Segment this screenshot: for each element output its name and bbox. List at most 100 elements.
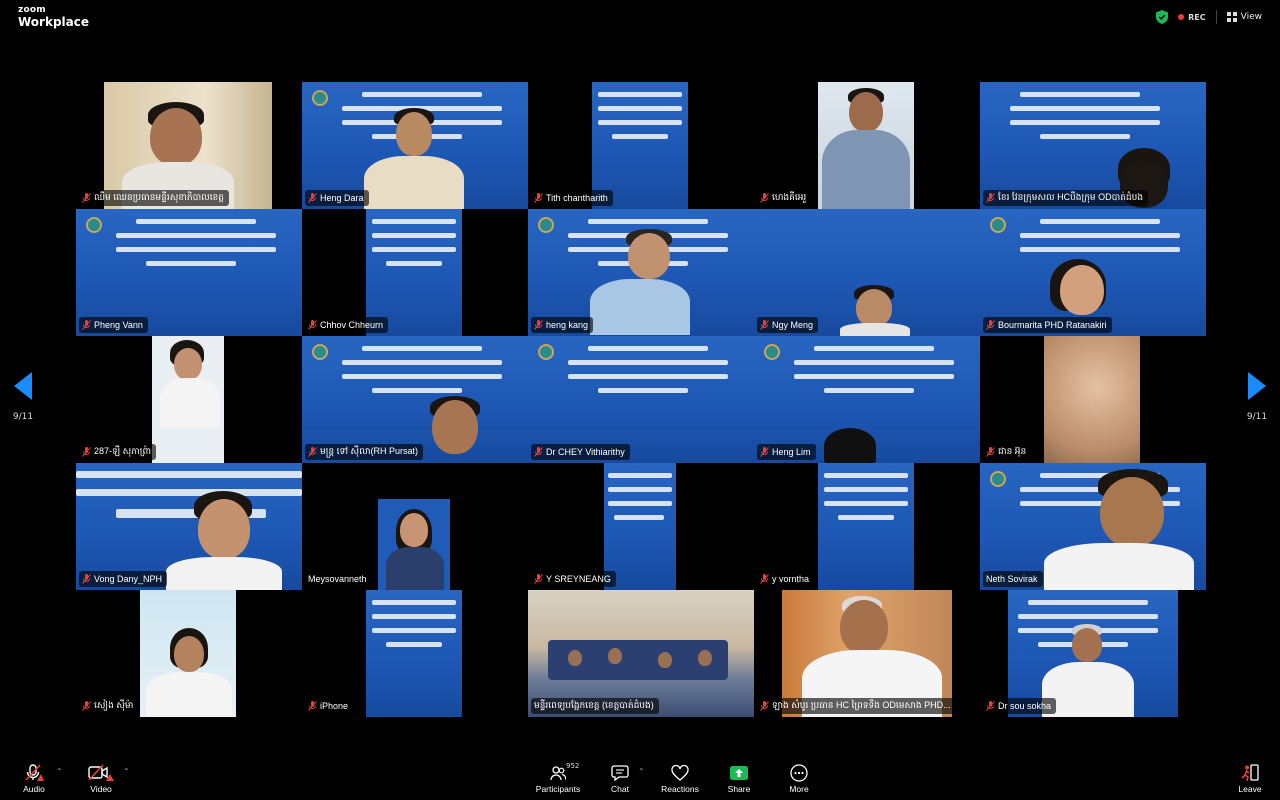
microphone-muted-icon (82, 701, 91, 711)
microphone-muted-icon (25, 764, 44, 781)
participant-tile[interactable]: ហេងគីអេរួ (754, 82, 980, 209)
participant-name-tag: Tith chantharith (531, 190, 613, 206)
view-button[interactable]: View (1226, 12, 1262, 22)
participant-name: មន្ត្រ ទៅ ស៊ីលា(RH Pursat) (320, 445, 419, 456)
video-gallery: ឈឹម ឈេនប្រធានមន្ទីរសុខាភិបាលខេត្ត Heng D… (76, 82, 1206, 717)
microphone-muted-icon (534, 574, 543, 584)
video-options-chevron-up-icon[interactable]: ⌃ (123, 767, 130, 776)
participant-name-tag: ឡាង សំបូរ ប្រធាន HC ព្រៃទទឹង ODមេសាង PHD… (757, 698, 956, 714)
microphone-muted-icon (82, 447, 91, 457)
participant-tile[interactable]: Meysovanneth (302, 463, 528, 590)
participant-name: 287-ឡី សុភាព្រ៉ា (94, 445, 152, 456)
participant-name-tag: Y SREYNEANG (531, 571, 616, 587)
participant-tile[interactable]: Heng Lim (754, 336, 980, 463)
reactions-button[interactable]: Reactions (650, 764, 710, 794)
heart-icon (671, 765, 689, 781)
participants-count: 952 (566, 762, 580, 770)
security-shield-icon[interactable] (1156, 10, 1169, 24)
chat-options-chevron-up-icon[interactable]: ⌃ (638, 767, 645, 776)
participant-tile[interactable]: iPhone (302, 590, 528, 717)
participant-name-tag: ខែរ វែនក្រុមសល HCបឹងក្រុម ODបាត់ដំបង (983, 190, 1149, 206)
participant-tile[interactable]: Chhov Chheurn (302, 209, 528, 336)
participant-name: Dr CHEY Vithiarithy (546, 447, 625, 457)
participant-name-tag: Pheng Vann (79, 317, 148, 333)
participant-tile[interactable]: ជាន អ៊ុន (980, 336, 1206, 463)
participant-tile[interactable]: Vong Dany_NPH (76, 463, 302, 590)
microphone-muted-icon (82, 320, 91, 330)
participant-tile[interactable]: Dr CHEY Vithiarithy (528, 336, 754, 463)
microphone-muted-icon (308, 193, 317, 203)
participant-name-tag: Ngy Meng (757, 317, 819, 333)
participant-tile[interactable]: Tith chantharith (528, 82, 754, 209)
microphone-muted-icon (534, 320, 543, 330)
view-label: View (1240, 12, 1262, 22)
participant-name: Heng Dara (320, 193, 364, 203)
participant-tile[interactable]: មន្ត្រ ទៅ ស៊ីលា(RH Pursat) (302, 336, 528, 463)
participant-tile[interactable]: ឈឹម ឈេនប្រធានមន្ទីរសុខាភិបាលខេត្ត (76, 82, 302, 209)
microphone-muted-icon (986, 701, 995, 711)
page-indicator-right: 9/11 (1246, 412, 1268, 422)
participant-tile[interactable]: ខែរ វែនក្រុមសល HCបឹងក្រុម ODបាត់ដំបង (980, 82, 1206, 209)
participant-name: ហេងគីអេរួ (772, 191, 807, 202)
share-label: Share (727, 784, 751, 794)
audio-options-chevron-up-icon[interactable]: ⌃ (56, 767, 63, 776)
participant-tile[interactable]: Heng Dara (302, 82, 528, 209)
brand-bottom: Workplace (18, 15, 90, 29)
video-camera-off-icon (88, 764, 114, 781)
participant-name-tag: សៀង ស៊ីម៉ា (79, 698, 139, 714)
next-page-button[interactable]: 9/11 (1242, 372, 1272, 428)
participant-tile[interactable]: Ngy Meng (754, 209, 980, 336)
participant-tile[interactable]: Neth Sovirak (980, 463, 1206, 590)
participant-name-tag: y vorntha (757, 571, 815, 587)
audio-button[interactable]: Audio (4, 764, 64, 794)
participant-name-tag: Heng Dara (305, 190, 369, 206)
participant-name: Chhov Chheurn (320, 320, 384, 330)
more-label: More (789, 784, 809, 794)
rec-label: REC (1188, 12, 1206, 22)
divider (1215, 10, 1217, 24)
participant-name-tag: Meysovanneth (305, 571, 372, 587)
participant-tile[interactable]: Pheng Vann (76, 209, 302, 336)
leave-button[interactable]: Leave (1220, 764, 1280, 794)
participant-name-tag: មន្ទីរពេទ្យបង្អែកខេត្ត (ខេត្តបាត់ដំបង) (531, 698, 659, 714)
participant-name-tag: Chhov Chheurn (305, 317, 389, 333)
participants-button[interactable]: 952 Participants (528, 762, 588, 794)
recording-dot-icon (1178, 14, 1185, 20)
participant-tile[interactable]: Y SREYNEANG (528, 463, 754, 590)
participant-name-tag: មន្ត្រ ទៅ ស៊ីលា(RH Pursat) (305, 444, 424, 460)
participant-tile[interactable]: heng kang (528, 209, 754, 336)
microphone-muted-icon (534, 447, 543, 457)
video-label: Video (90, 784, 112, 794)
participant-tile[interactable]: ឡាង សំបូរ ប្រធាន HC ព្រៃទទឹង ODមេសាង PHD… (754, 590, 980, 717)
microphone-muted-icon (82, 193, 91, 203)
participant-name-tag: ហេងគីអេរួ (757, 190, 812, 206)
participant-tile[interactable]: y vorntha (754, 463, 980, 590)
participant-name: ឡាង សំបូរ ប្រធាន HC ព្រៃទទឹង ODមេសាង PHD… (772, 699, 951, 710)
participant-name-tag: Heng Lim (757, 444, 816, 460)
more-button[interactable]: More (769, 764, 829, 794)
participant-name: iPhone (320, 701, 349, 711)
participant-tile[interactable]: Dr sou sokha (980, 590, 1206, 717)
participant-name-tag: Bourmarita PHD Ratanakiri (983, 317, 1112, 333)
video-button[interactable]: Video (71, 764, 131, 794)
participant-tile[interactable]: 287-ឡី សុភាព្រ៉ា (76, 336, 302, 463)
participant-name: heng kang (546, 320, 589, 330)
leave-meeting-icon (1241, 764, 1259, 782)
participant-name: Y SREYNEANG (546, 574, 611, 584)
participant-tile[interactable]: Bourmarita PHD Ratanakiri (980, 209, 1206, 336)
share-button[interactable]: Share (709, 764, 769, 794)
participant-name: Ngy Meng (772, 320, 814, 330)
participant-tile[interactable]: មន្ទីរពេទ្យបង្អែកខេត្ត (ខេត្តបាត់ដំបង) (528, 590, 754, 717)
participant-name: Dr sou sokha (998, 701, 1052, 711)
participant-name: Bourmarita PHD Ratanakiri (998, 320, 1107, 330)
participant-name: Heng Lim (772, 447, 811, 457)
participant-name-tag: ជាន អ៊ុន (983, 444, 1032, 460)
participant-name: Pheng Vann (94, 320, 143, 330)
participant-name: មន្ទីរពេទ្យបង្អែកខេត្ត (ខេត្តបាត់ដំបង) (534, 699, 654, 710)
arrow-right-icon (1248, 372, 1266, 400)
participant-name-tag: 287-ឡី សុភាព្រ៉ា (79, 444, 157, 460)
participant-tile[interactable]: សៀង ស៊ីម៉ា (76, 590, 302, 717)
recording-indicator[interactable]: REC (1178, 13, 1206, 22)
participant-name-tag: iPhone (305, 698, 354, 714)
previous-page-button[interactable]: 9/11 (8, 372, 38, 428)
